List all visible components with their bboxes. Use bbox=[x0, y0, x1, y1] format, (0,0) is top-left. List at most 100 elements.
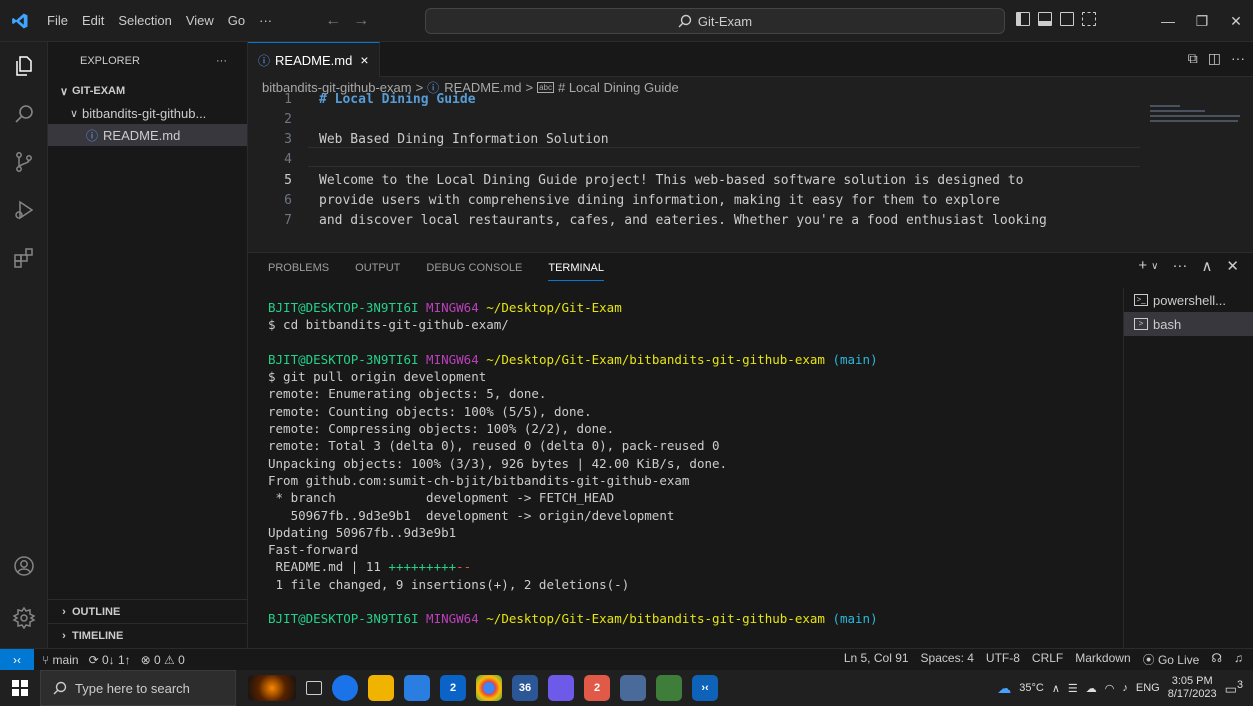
split-editor-icon[interactable]: ◫ bbox=[1208, 50, 1221, 67]
terminal-dropdown-icon[interactable]: ∨ bbox=[1151, 261, 1158, 275]
tray-wifi-icon[interactable]: ◠ bbox=[1105, 682, 1115, 695]
close-window-icon[interactable]: ✕ bbox=[1219, 13, 1253, 30]
extensions-icon[interactable] bbox=[0, 234, 48, 282]
breadcrumb-separator: > bbox=[525, 79, 534, 95]
tray-onedrive-icon[interactable]: ☁ bbox=[1086, 682, 1097, 695]
problems-status[interactable]: ⊗ 0 ⚠ 0 bbox=[141, 653, 185, 667]
timeline-section[interactable]: › TIMELINE bbox=[48, 623, 248, 647]
panel-more-icon[interactable]: ··· bbox=[1172, 257, 1187, 275]
run-debug-icon[interactable] bbox=[0, 186, 48, 234]
tree-file-readme[interactable]: ⓘ README.md bbox=[48, 124, 247, 146]
toggle-secondary-sidebar-icon[interactable] bbox=[1060, 12, 1074, 26]
back-arrow-icon[interactable]: ← bbox=[319, 12, 347, 30]
prompt-env: MINGW64 bbox=[426, 300, 479, 315]
remote-indicator-icon[interactable]: ›‹ bbox=[0, 648, 34, 671]
git-tool-icon[interactable] bbox=[656, 675, 682, 701]
toggle-panel-icon[interactable] bbox=[1038, 12, 1052, 26]
source-control-icon[interactable] bbox=[0, 138, 48, 186]
menu-more[interactable]: ··· bbox=[252, 13, 279, 28]
forward-arrow-icon[interactable]: → bbox=[347, 12, 375, 30]
code-line: provide users with comprehensive dining … bbox=[319, 193, 1000, 208]
tab-debug-console[interactable]: DEBUG CONSOLE bbox=[426, 262, 522, 274]
app-diamond-icon[interactable] bbox=[548, 675, 574, 701]
notifications-bell-icon[interactable]: ♫ bbox=[1234, 651, 1243, 668]
tray-language[interactable]: ENG bbox=[1136, 682, 1160, 694]
task-view-icon[interactable] bbox=[306, 681, 322, 695]
weather-temp[interactable]: 35°C bbox=[1019, 682, 1044, 694]
terminal-item-powershell[interactable]: >_ powershell... bbox=[1124, 288, 1253, 312]
app-badge-icon[interactable]: 36 bbox=[512, 675, 538, 701]
edge-browser-icon[interactable] bbox=[332, 675, 358, 701]
go-live-button[interactable]: ⦿ Go Live bbox=[1143, 651, 1200, 668]
mail-badge: 2 bbox=[449, 682, 457, 694]
accounts-icon[interactable] bbox=[0, 542, 48, 590]
chrome-icon[interactable] bbox=[476, 675, 502, 701]
end-of-line[interactable]: CRLF bbox=[1032, 651, 1063, 668]
minimap[interactable] bbox=[1150, 102, 1245, 142]
terminal-line: * branch development -> FETCH_HEAD bbox=[268, 490, 615, 506]
settings-gear-icon[interactable] bbox=[0, 594, 48, 642]
terminal-output[interactable]: BJIT@DESKTOP-3N9TI6I MINGW64 ~/Desktop/G… bbox=[268, 299, 878, 628]
tab-readme[interactable]: ⓘ README.md × bbox=[248, 42, 380, 77]
menu-view[interactable]: View bbox=[179, 13, 221, 28]
weather-cloud-icon[interactable]: ☁ bbox=[997, 680, 1011, 697]
tab-terminal[interactable]: TERMINAL bbox=[548, 262, 604, 281]
menu-selection[interactable]: Selection bbox=[111, 13, 178, 28]
panel-tabs: PROBLEMS OUTPUT DEBUG CONSOLE TERMINAL bbox=[248, 253, 1253, 283]
menu-go[interactable]: Go bbox=[221, 13, 252, 28]
code-editor[interactable]: 1 # Local Dining Guide 2 3 Web Based Din… bbox=[248, 92, 1253, 257]
new-terminal-plus-icon[interactable]: + bbox=[1138, 257, 1147, 275]
branch-name: main bbox=[52, 652, 79, 667]
sync-status[interactable]: ⟳ 0↓ 1↑ bbox=[89, 653, 131, 667]
clock[interactable]: 3:05 PM 8/17/2023 bbox=[1168, 675, 1217, 701]
breadcrumb-symbol[interactable]: # Local Dining Guide bbox=[558, 80, 679, 95]
cortana-wallpaper-icon[interactable] bbox=[248, 675, 296, 701]
cursor-position[interactable]: Ln 5, Col 91 bbox=[844, 651, 909, 668]
file-explorer-icon[interactable] bbox=[368, 675, 394, 701]
outline-section[interactable]: › OUTLINE bbox=[48, 599, 248, 623]
taskbar-search[interactable]: Type here to search bbox=[40, 670, 236, 706]
explorer-more-icon[interactable]: ··· bbox=[216, 55, 227, 67]
tab-output[interactable]: OUTPUT bbox=[355, 262, 400, 274]
close-tab-icon[interactable]: × bbox=[360, 52, 368, 68]
tree-root-label: GIT-EXAM bbox=[72, 85, 126, 97]
menu-file[interactable]: File bbox=[40, 13, 75, 28]
outline-label: OUTLINE bbox=[72, 605, 121, 618]
tree-folder-bitbandits[interactable]: ∨ bitbandits-git-github... bbox=[48, 102, 247, 124]
accounts-feedback-icon[interactable]: ☊ bbox=[1211, 651, 1222, 668]
encoding[interactable]: UTF-8 bbox=[986, 651, 1020, 668]
language-mode[interactable]: Markdown bbox=[1075, 651, 1130, 668]
close-panel-icon[interactable]: ✕ bbox=[1226, 257, 1239, 275]
toggle-primary-sidebar-icon[interactable] bbox=[1016, 12, 1030, 26]
tray-volume-icon[interactable]: ♪ bbox=[1122, 682, 1128, 694]
search-icon[interactable] bbox=[0, 90, 48, 138]
indentation[interactable]: Spaces: 4 bbox=[921, 651, 974, 668]
notification-center-icon[interactable]: ▭3 bbox=[1225, 679, 1243, 697]
open-preview-icon[interactable]: ⧉ bbox=[1188, 50, 1198, 67]
command-center-search[interactable]: Git-Exam bbox=[425, 8, 1005, 34]
tray-chevron-up-icon[interactable]: ∧ bbox=[1052, 682, 1060, 695]
slack-icon[interactable]: 2 bbox=[584, 675, 610, 701]
editor-more-icon[interactable]: ··· bbox=[1231, 50, 1245, 67]
customize-layout-icon[interactable] bbox=[1082, 12, 1096, 26]
tab-problems[interactable]: PROBLEMS bbox=[268, 262, 329, 274]
store-icon[interactable] bbox=[404, 675, 430, 701]
minimize-icon[interactable]: — bbox=[1151, 13, 1185, 29]
tray-network-icon[interactable]: ☰ bbox=[1068, 682, 1078, 695]
app-badge: 36 bbox=[518, 682, 532, 694]
bottom-panel: PROBLEMS OUTPUT DEBUG CONSOLE TERMINAL +… bbox=[248, 252, 1253, 649]
terminal-line: remote: Counting objects: 100% (5/5), do… bbox=[268, 403, 592, 419]
restore-icon[interactable]: ❐ bbox=[1185, 13, 1219, 30]
notes-icon[interactable] bbox=[620, 675, 646, 701]
tree-root-git-exam[interactable]: ∨ GIT-EXAM bbox=[48, 80, 247, 102]
prompt-env: MINGW64 bbox=[426, 611, 479, 627]
terminal-item-bash[interactable]: > bash bbox=[1124, 312, 1253, 336]
branch-status[interactable]: ⑂ main bbox=[42, 653, 79, 667]
mail-icon[interactable]: 2 bbox=[440, 675, 466, 701]
vscode-taskbar-icon[interactable]: ›‹ bbox=[692, 675, 718, 701]
maximize-panel-icon[interactable]: ∧ bbox=[1201, 257, 1212, 275]
go-live-label: Go Live bbox=[1157, 653, 1200, 667]
menu-edit[interactable]: Edit bbox=[75, 13, 111, 28]
explorer-icon[interactable] bbox=[0, 42, 48, 90]
windows-start-icon[interactable] bbox=[0, 670, 40, 706]
